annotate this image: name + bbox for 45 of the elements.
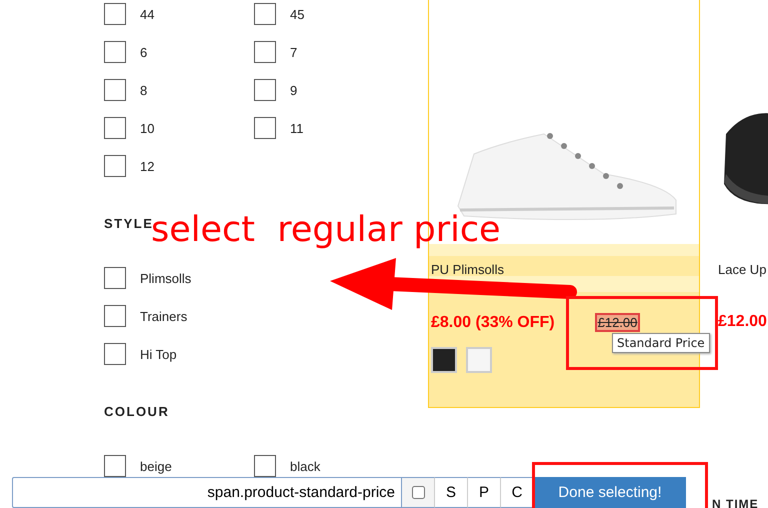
option-label: 9 <box>290 82 298 98</box>
checkbox[interactable] <box>104 3 126 25</box>
sale-price: £12.00 <box>718 313 767 331</box>
checkbox[interactable] <box>254 3 276 25</box>
option-label: 45 <box>290 6 304 22</box>
sale-price: £8.00 (33% OFF) <box>431 314 555 332</box>
checkbox[interactable] <box>104 267 126 289</box>
checkbox[interactable] <box>254 455 276 477</box>
filter-heading: STYLE <box>104 216 154 231</box>
selector-field[interactable]: span.product-standard-price <box>12 477 402 508</box>
checkbox[interactable] <box>104 155 126 177</box>
checkbox[interactable] <box>104 41 126 63</box>
option-label: 11 <box>290 120 304 136</box>
toolbar-button[interactable]: C <box>501 477 534 508</box>
option-label: beige <box>140 458 172 474</box>
option-label: 10 <box>140 120 154 136</box>
checkbox[interactable] <box>254 41 276 63</box>
checkbox[interactable] <box>104 79 126 101</box>
option-label: Hi Top <box>140 346 177 362</box>
toolbar-button[interactable]: S <box>435 477 468 508</box>
product-name[interactable]: Lace Up <box>718 262 768 277</box>
option-label: Plimsolls <box>140 270 192 286</box>
standard-price: £12.00 <box>594 313 640 332</box>
checkbox[interactable] <box>254 117 276 139</box>
checkbox[interactable] <box>104 343 126 365</box>
product-name[interactable]: PU Plimsolls <box>431 262 697 277</box>
checkbox[interactable] <box>104 455 126 477</box>
option-label: Trainers <box>140 308 188 324</box>
toolbar-button[interactable]: P <box>468 477 501 508</box>
option-label: 7 <box>290 44 298 60</box>
checkbox[interactable] <box>104 305 126 327</box>
filter-heading: COLOUR <box>104 404 170 419</box>
colour-swatch[interactable] <box>431 347 457 373</box>
option-label: black <box>290 458 320 474</box>
tooltip: Standard Price <box>612 333 710 353</box>
checkbox[interactable] <box>104 117 126 139</box>
checkbox[interactable] <box>254 79 276 101</box>
option-label: 6 <box>140 44 148 60</box>
checkbox[interactable] <box>412 486 424 499</box>
option-label: 8 <box>140 82 148 98</box>
done-button[interactable]: Done selecting! <box>534 477 686 508</box>
option-label: 12 <box>140 158 154 174</box>
section-heading: N TIME <box>712 497 759 508</box>
colour-swatch[interactable] <box>466 347 492 373</box>
option-label: 44 <box>140 6 154 22</box>
